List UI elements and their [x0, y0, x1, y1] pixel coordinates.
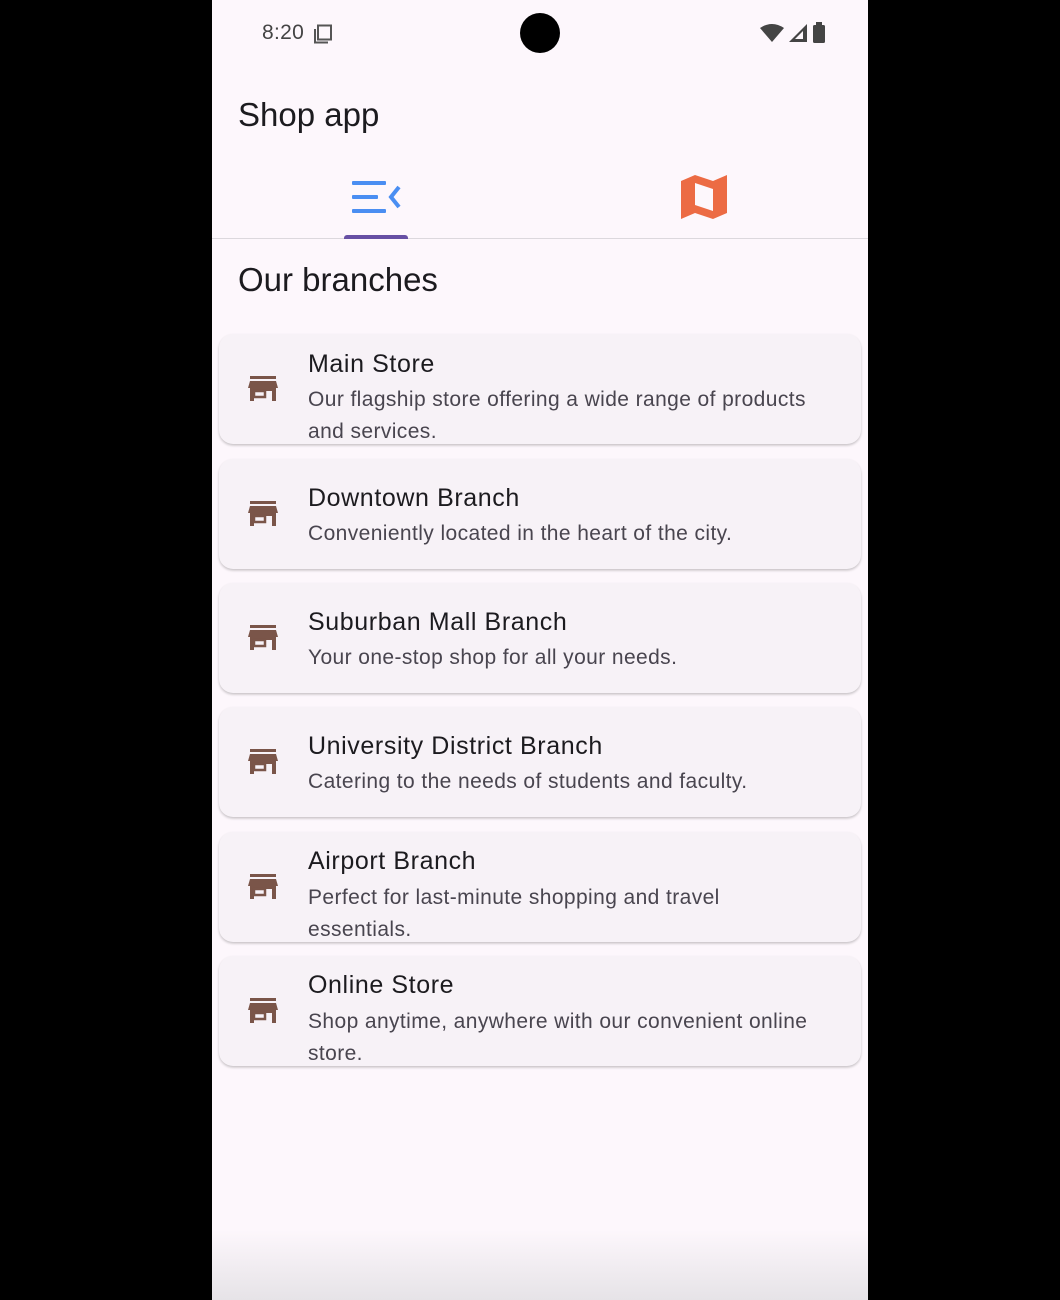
branch-name: Main Store: [308, 350, 435, 378]
section-title: Our branches: [238, 261, 438, 298]
status-time: 8:20: [262, 21, 305, 44]
store-icon: [248, 623, 278, 658]
wifi-icon: [760, 23, 784, 48]
branch-description: Perfect for last-minute shopping and tra…: [308, 886, 720, 941]
branch-description: Our flagship store offering a wide range…: [308, 388, 806, 443]
branch-description: Shop anytime, anywhere with our convenie…: [308, 1010, 808, 1065]
camera-cutout: [520, 13, 560, 53]
branch-description: Catering to the needs of students and fa…: [308, 770, 748, 793]
status-bar: 8:20: [212, 0, 868, 66]
map-icon: [679, 173, 729, 226]
sim-card-icon: [313, 24, 333, 49]
branch-name: University District Branch: [308, 732, 603, 760]
tab-selected-indicator: [344, 235, 408, 239]
battery-icon: [812, 22, 826, 49]
phone-screen: 8:20 Shop app Our branches Main Store Ou…: [212, 0, 868, 1300]
menu-open-icon: [350, 177, 402, 222]
tab-list[interactable]: [212, 160, 540, 239]
bottom-gesture-area: [212, 1230, 868, 1300]
branch-card[interactable]: Airport Branch Perfect for last-minute s…: [219, 832, 861, 942]
store-icon: [248, 872, 278, 907]
branch-card[interactable]: Suburban Mall Branch Your one-stop shop …: [219, 583, 861, 693]
store-icon: [248, 374, 278, 409]
signal-icon: [788, 23, 808, 48]
app-title: Shop app: [238, 96, 380, 133]
tab-bar: [212, 160, 868, 239]
branch-name: Online Store: [308, 971, 455, 999]
branch-name: Suburban Mall Branch: [308, 608, 568, 636]
tab-map[interactable]: [540, 160, 868, 238]
branch-card[interactable]: Main Store Our flagship store offering a…: [219, 334, 861, 444]
store-icon: [248, 747, 278, 782]
branch-name: Airport Branch: [308, 847, 477, 875]
system-icons: [760, 22, 826, 49]
branch-description: Conveniently located in the heart of the…: [308, 522, 733, 545]
branch-description: Your one-stop shop for all your needs.: [308, 646, 678, 669]
branch-card[interactable]: University District Branch Catering to t…: [219, 707, 861, 817]
store-icon: [248, 996, 278, 1031]
branch-card[interactable]: Online Store Shop anytime, anywhere with…: [219, 956, 861, 1066]
store-icon: [248, 499, 278, 534]
branch-name: Downtown Branch: [308, 484, 520, 512]
branch-card[interactable]: Downtown Branch Conveniently located in …: [219, 459, 861, 569]
